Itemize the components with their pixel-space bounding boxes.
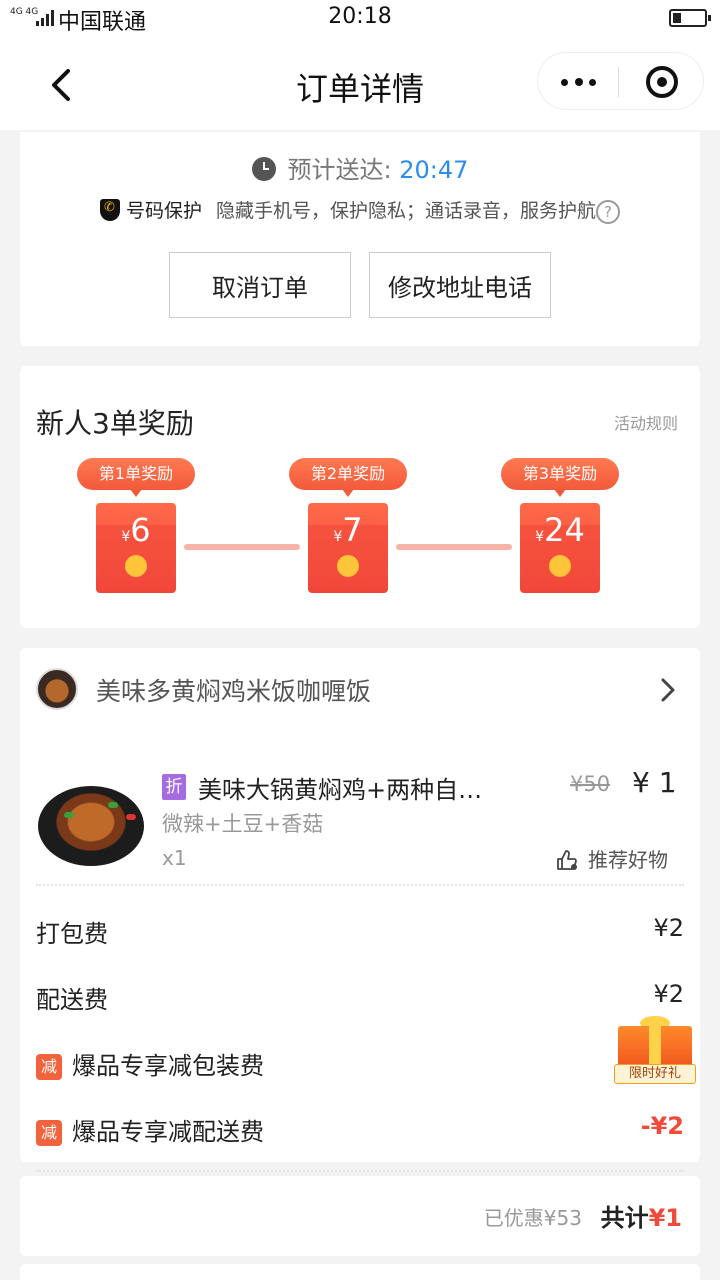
reward-tag: 第2单奖励 xyxy=(289,458,407,497)
rules-link[interactable]: 活动规则 xyxy=(614,410,678,434)
chevron-right-icon[interactable] xyxy=(659,678,677,702)
delivery-card: 预计送达: 20:47 号码保护隐藏手机号，保护隐私；通话录音，服务护航? 取消… xyxy=(20,132,700,346)
dish-spec: 微辣+土豆+香菇 xyxy=(162,812,324,836)
cancel-order-button[interactable]: 取消订单 xyxy=(169,252,351,318)
help-icon[interactable]: ? xyxy=(596,200,621,224)
discount-value: -¥2 xyxy=(640,1112,684,1140)
capsule-divider xyxy=(618,67,619,97)
dish-image[interactable] xyxy=(38,786,144,866)
reward-item[interactable]: 第2单奖励 ¥7 xyxy=(289,458,409,598)
miniapp-capsule xyxy=(537,52,704,110)
reward-amount: 6 xyxy=(130,511,151,549)
recommend-button[interactable]: 推荐好物 xyxy=(556,844,668,873)
nav-bar: 订单详情 xyxy=(0,40,720,130)
gift-label: 限时好礼 xyxy=(614,1064,696,1084)
fee-value: ¥2 xyxy=(653,980,684,1008)
eta-time: 20:47 xyxy=(399,156,469,184)
privacy-title: 号码保护 xyxy=(125,200,202,222)
discount-label: 爆品专享减包装费 xyxy=(72,1052,264,1080)
summary-card: 已优惠¥53 共计¥1 xyxy=(20,1170,700,1256)
red-envelope-icon: ¥6 xyxy=(96,503,176,593)
total-value: ¥1 xyxy=(648,1204,682,1232)
rewards-title: 新人3单奖励 xyxy=(36,407,194,440)
recommend-label: 推荐好物 xyxy=(588,848,668,872)
fee-label: 打包费 xyxy=(36,920,108,948)
reward-tag: 第1单奖励 xyxy=(77,458,195,497)
shop-avatar[interactable] xyxy=(36,668,78,710)
eta-line: 预计送达: 20:47 xyxy=(20,150,700,185)
discount-badge: 减 xyxy=(36,1120,62,1146)
shield-phone-icon xyxy=(99,199,120,221)
total-label: 共计 xyxy=(600,1204,649,1232)
shop-name[interactable]: 美味多黄焖鸡米饭咖喱饭 xyxy=(96,672,371,708)
total-amount: 共计¥1 xyxy=(601,1198,682,1233)
reward-amount: 24 xyxy=(544,511,585,549)
eta-label: 预计送达: xyxy=(287,156,400,184)
close-miniapp-icon[interactable] xyxy=(646,66,678,98)
discount-badge: 减 xyxy=(36,1054,62,1080)
next-card xyxy=(20,1264,700,1280)
progress-line xyxy=(184,544,300,550)
dish-price: ¥ 1 xyxy=(632,766,677,799)
reward-amount: 7 xyxy=(342,511,363,549)
limited-gift-icon[interactable]: 限时好礼 xyxy=(612,1016,698,1086)
discount-tag: 折 xyxy=(162,774,186,800)
modify-address-button[interactable]: 修改地址电话 xyxy=(369,252,551,318)
number-protection: 号码保护隐藏手机号，保护隐私；通话录音，服务护航? xyxy=(20,196,700,224)
reward-item[interactable]: 第1单奖励 ¥6 xyxy=(77,458,197,598)
clock: 20:18 xyxy=(328,4,392,29)
discount-label: 爆品专享减配送费 xyxy=(72,1118,264,1146)
newcomer-rewards-card: 新人3单奖励 活动规则 第1单奖励 ¥6 第2单奖励 ¥7 第3单奖励 ¥24 xyxy=(20,366,700,628)
progress-line xyxy=(396,544,512,550)
original-price: ¥50 xyxy=(570,772,611,796)
fee-label: 配送费 xyxy=(36,986,108,1014)
red-envelope-icon: ¥7 xyxy=(308,503,388,593)
clock-icon xyxy=(251,157,276,181)
divider xyxy=(36,884,684,886)
battery-icon xyxy=(669,9,711,27)
divider xyxy=(36,1170,684,1172)
reward-tag: 第3单奖励 xyxy=(501,458,619,497)
dish-name: 美味大锅黄焖鸡+两种自… xyxy=(198,776,483,804)
thumbs-up-icon xyxy=(557,850,577,870)
fee-value: ¥2 xyxy=(653,914,684,942)
saved-amount: 已优惠¥53 xyxy=(483,1206,582,1230)
more-icon[interactable] xyxy=(538,53,618,111)
privacy-text: 隐藏手机号，保护隐私；通话录音，服务护航 xyxy=(216,200,597,222)
reward-item[interactable]: 第3单奖励 ¥24 xyxy=(501,458,621,598)
dish-quantity: x1 xyxy=(162,846,187,870)
order-card: 美味多黄焖鸡米饭咖喱饭 折 美味大锅黄焖鸡+两种自… 微辣+土豆+香菇 x1 ¥… xyxy=(20,648,700,1162)
status-bar: 4G 4G 中国联通 20:18 xyxy=(0,0,720,40)
red-envelope-icon: ¥24 xyxy=(520,503,600,593)
